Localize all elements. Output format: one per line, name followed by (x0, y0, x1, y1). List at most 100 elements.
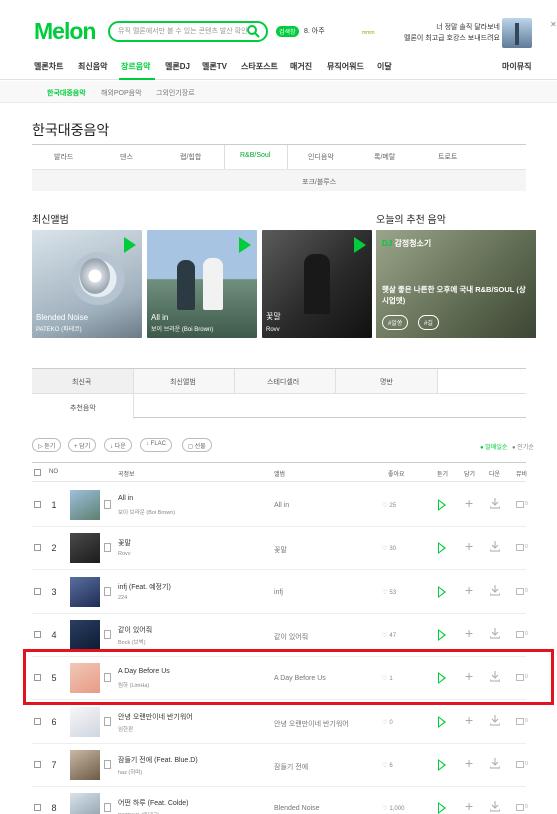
search-input[interactable]: 뮤직 멜론에서만 볼 수 있는 콘텐츠 발산 확인! (108, 21, 268, 42)
album-artist[interactable]: Rovv (266, 327, 280, 333)
nav-extra[interactable]: 이달 (377, 61, 392, 72)
album-artist[interactable]: PATEKO (파테코) (36, 324, 82, 333)
add-icon[interactable]: + (465, 712, 473, 728)
song-artist[interactable]: 임한판 (118, 725, 133, 733)
album-thumbnail[interactable] (70, 793, 100, 814)
add-icon[interactable]: + (465, 798, 473, 814)
tab-new-albums[interactable]: 최신앨범 (134, 369, 235, 393)
play-icon[interactable] (438, 499, 446, 511)
mv-icon[interactable] (516, 501, 524, 508)
tab-steady[interactable]: 스테디셀러 (235, 369, 336, 393)
mv-icon[interactable] (516, 587, 524, 595)
genre-rock[interactable]: 록/메탈 (374, 152, 395, 162)
play-icon[interactable] (438, 715, 446, 728)
add-icon[interactable]: + (465, 755, 473, 771)
dj-tag[interactable]: #알쏭 (382, 315, 409, 330)
download-icon[interactable] (490, 541, 500, 552)
nav-magazine[interactable]: 매거진 (290, 61, 312, 72)
play-icon[interactable] (438, 585, 446, 598)
realtime-keyword[interactable]: 8. 아주 (304, 26, 325, 36)
subnav-other[interactable]: 그외인기장르 (156, 88, 195, 98)
song-album[interactable]: Blended Noise (274, 805, 320, 812)
song-album[interactable]: infj (274, 589, 283, 596)
row-checkbox[interactable] (34, 804, 41, 812)
song-info-icon[interactable] (104, 629, 111, 639)
row-checkbox[interactable] (34, 544, 41, 552)
song-artist[interactable]: haz (하며) (118, 768, 142, 776)
like-button[interactable]: ♡ 1,000 (382, 805, 404, 812)
song-title[interactable]: 잠들기 전에 (Feat. Blue.D) (118, 755, 198, 765)
song-info-icon[interactable] (104, 586, 111, 596)
nav-award[interactable]: 뮤직어워드 (327, 61, 364, 72)
song-title[interactable]: 안녕 오랜만이네 반기워어 (118, 712, 193, 722)
like-button[interactable]: ♡ 0 (382, 719, 393, 726)
search-icon[interactable] (246, 24, 260, 38)
mv-icon[interactable] (516, 717, 524, 725)
song-title[interactable]: infj (Feat. 예정기) (118, 582, 171, 592)
genre-trot[interactable]: 트로트 (438, 152, 457, 162)
genre-ballad[interactable]: 발라드 (54, 152, 73, 162)
ad-image[interactable] (502, 18, 532, 48)
play-icon[interactable] (239, 237, 251, 253)
download-button[interactable]: ↓ 다운 (104, 438, 132, 452)
genre-indie[interactable]: 인디음악 (308, 152, 334, 162)
download-icon[interactable] (490, 714, 500, 726)
song-info-icon[interactable] (104, 500, 111, 509)
genre-dance[interactable]: 댄스 (120, 152, 133, 162)
row-checkbox[interactable] (34, 630, 41, 638)
play-icon[interactable] (438, 758, 446, 771)
song-title[interactable]: All in (118, 495, 133, 502)
play-icon[interactable] (124, 237, 136, 253)
song-artist[interactable]: 224 (118, 595, 127, 601)
play-icon[interactable] (438, 542, 446, 555)
row-checkbox[interactable] (34, 760, 41, 768)
nav-dj[interactable]: 멜론DJ (165, 61, 190, 72)
sort-latest[interactable]: ● 발매일순 (480, 442, 507, 451)
row-checkbox[interactable] (34, 717, 41, 725)
song-info-icon[interactable] (104, 803, 111, 813)
album-thumbnail[interactable] (70, 706, 100, 737)
row-checkbox[interactable] (34, 587, 41, 595)
ad-banner-text[interactable]: 너 정말 솔직 달라보네 멜론이 최고급 호캉스 보내드려요 (388, 22, 500, 44)
song-title[interactable]: 꽃말 (118, 538, 131, 548)
like-button[interactable]: ♡ 30 (382, 545, 396, 552)
add-button[interactable]: + 담기 (68, 438, 97, 452)
song-artist[interactable]: Rovv (118, 551, 131, 557)
melon-logo[interactable]: Melon (34, 18, 96, 45)
row-checkbox[interactable] (34, 501, 41, 508)
song-title[interactable]: 어떤 하루 (Feat. Colde) (118, 798, 189, 808)
download-icon[interactable] (490, 757, 500, 769)
flac-button[interactable]: ↓ FLAC (140, 438, 173, 452)
dj-tag[interactable]: #길 (418, 315, 439, 330)
genre-rnb[interactable]: R&B/Soul (240, 152, 270, 159)
song-artist[interactable]: 보이 브라운 (Boi Brown) (118, 508, 175, 516)
like-button[interactable]: ♡ 6 (382, 762, 393, 769)
subnav-kpop[interactable]: 한국대중음악 (47, 88, 86, 98)
nav-genre[interactable]: 장르음악 (121, 61, 150, 72)
select-all-checkbox[interactable] (34, 469, 41, 476)
song-album[interactable]: 꽃말 (274, 545, 287, 555)
like-button[interactable]: ♡ 25 (382, 502, 396, 509)
subnav-pop[interactable]: 해외POP음악 (101, 88, 142, 98)
nav-tv[interactable]: 멜론TV (202, 61, 227, 72)
mv-icon[interactable] (516, 544, 524, 552)
add-icon[interactable]: + (465, 538, 473, 554)
gift-button[interactable]: ◻ 선물 (182, 438, 212, 452)
nav-starpost[interactable]: 스타포스트 (241, 61, 278, 72)
tab-recommend[interactable]: 추천음악 (32, 394, 134, 419)
mv-icon[interactable] (516, 760, 524, 768)
download-icon[interactable] (490, 498, 500, 509)
song-info-icon[interactable] (104, 716, 111, 726)
album-card[interactable]: Blended Noise PATEKO (파테코) (32, 230, 142, 338)
album-card[interactable]: All in 보이 브라운 (Boi Brown) (147, 230, 257, 338)
mv-icon[interactable] (516, 804, 524, 812)
nav-new-music[interactable]: 최신음악 (78, 61, 107, 72)
promo-small[interactable]: mmm (362, 30, 375, 36)
play-icon[interactable] (438, 802, 446, 814)
download-icon[interactable] (490, 584, 500, 596)
download-icon[interactable] (490, 801, 500, 812)
like-button[interactable]: ♡ 53 (382, 589, 396, 596)
listen-button[interactable]: ▷ 듣기 (32, 438, 62, 452)
song-title[interactable]: 같이 있어줘 (118, 625, 152, 635)
play-icon[interactable] (438, 628, 446, 641)
